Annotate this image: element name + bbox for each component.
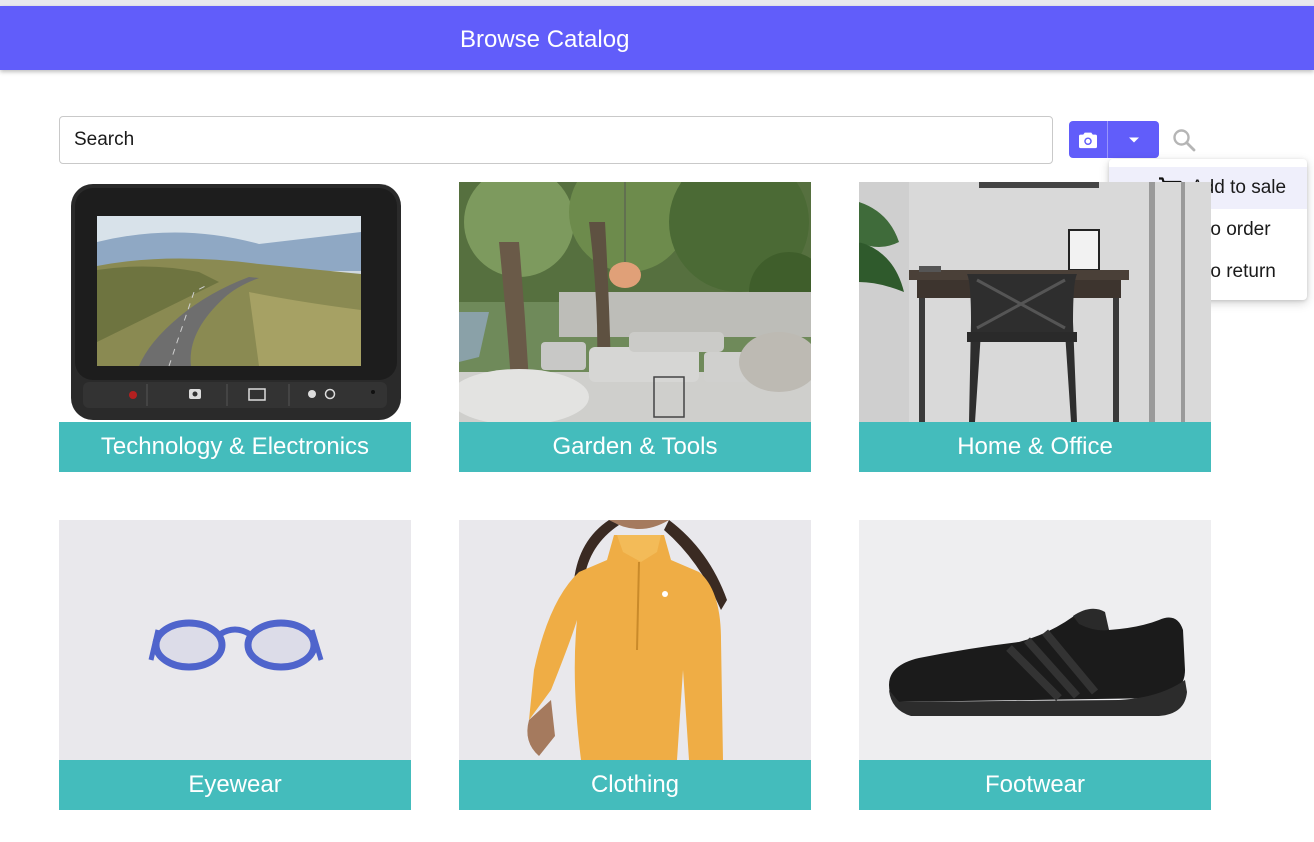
category-card-technology-electronics[interactable]: Technology & Electronics (59, 182, 411, 472)
category-label: Clothing (459, 760, 811, 810)
search-icon[interactable] (1171, 127, 1197, 153)
page-title: Browse Catalog (460, 26, 630, 53)
camera-button[interactable] (1069, 121, 1108, 158)
app-header: Browse Catalog (0, 6, 1314, 70)
yellow-top-image (459, 520, 811, 760)
category-label: Garden & Tools (459, 422, 811, 472)
category-card-home-office[interactable]: Home & Office (859, 182, 1211, 472)
chevron-down-icon (1128, 137, 1139, 142)
camera-icon (1079, 132, 1097, 148)
dash-camera-image (59, 182, 411, 422)
category-label: Footwear (859, 760, 1211, 810)
patio-furniture-image (459, 182, 811, 422)
category-card-garden-tools[interactable]: Garden & Tools (459, 182, 811, 472)
image-search-button-group (1069, 121, 1159, 158)
category-card-clothing[interactable]: Clothing (459, 520, 811, 810)
category-label: Technology & Electronics (59, 422, 411, 472)
glasses-image (59, 520, 411, 760)
desk-chair-image (859, 182, 1211, 422)
dropdown-toggle-button[interactable] (1108, 121, 1159, 158)
search-input[interactable] (59, 116, 1053, 164)
category-label: Home & Office (859, 422, 1211, 472)
category-label: Eyewear (59, 760, 411, 810)
category-card-footwear[interactable]: Footwear (859, 520, 1211, 810)
category-card-eyewear[interactable]: Eyewear (59, 520, 411, 810)
black-sneaker-image (859, 520, 1211, 760)
